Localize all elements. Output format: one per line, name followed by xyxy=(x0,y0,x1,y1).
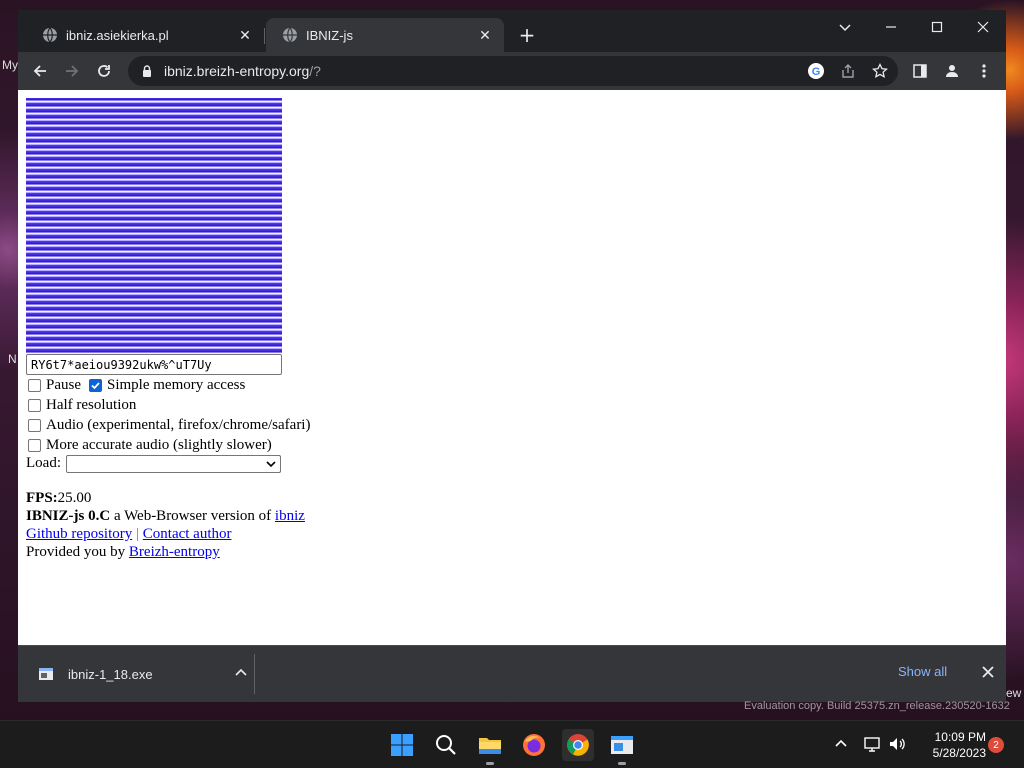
accurate-audio-checkbox[interactable] xyxy=(28,438,41,452)
minimize-button[interactable] xyxy=(868,12,914,42)
taskbar: 10:09 PM 5/28/2023 2 xyxy=(0,720,1024,768)
tab-search-chevron-icon[interactable] xyxy=(822,12,868,42)
credit-text: Provided you by xyxy=(26,544,129,560)
ibniz-app-icon[interactable] xyxy=(606,729,638,765)
desktop-label-fragment: My xyxy=(2,58,18,72)
globe-icon xyxy=(282,27,298,43)
url-path: /? xyxy=(309,63,321,79)
svg-text:G: G xyxy=(812,66,821,78)
chevron-up-icon[interactable] xyxy=(234,666,250,682)
ibniz-code-input[interactable] xyxy=(26,354,282,375)
download-separator xyxy=(254,654,255,694)
pause-label: Pause xyxy=(46,376,81,393)
contact-link[interactable]: Contact author xyxy=(143,526,232,542)
ibniz-link[interactable]: ibniz xyxy=(275,508,305,524)
show-all-button[interactable]: Show all xyxy=(898,664,947,679)
desktop-label-fragment: ew xyxy=(1006,686,1022,700)
half-resolution-label: Half resolution xyxy=(46,396,137,413)
lock-icon[interactable] xyxy=(140,64,154,78)
tab-close-icon[interactable]: ✕ xyxy=(236,26,254,44)
profile-icon[interactable] xyxy=(942,61,962,81)
fps-value: 25.00 xyxy=(57,490,92,506)
options-row-1: Pause Simple memory access xyxy=(28,375,245,395)
menu-kebab-icon[interactable] xyxy=(974,61,994,81)
audio-checkbox[interactable] xyxy=(28,418,41,432)
pause-checkbox[interactable] xyxy=(28,378,41,392)
credit-line: Provided you by Breizh-entropy xyxy=(26,544,220,561)
address-bar[interactable]: ibniz.breizh-entropy.org/? xyxy=(128,56,898,86)
start-button[interactable] xyxy=(386,729,418,761)
page-viewport: Pause Simple memory access Half resoluti… xyxy=(18,90,1006,645)
chevron-down-icon xyxy=(265,458,277,470)
close-window-button[interactable] xyxy=(960,12,1006,42)
file-icon xyxy=(38,666,54,682)
google-lens-icon[interactable]: G xyxy=(806,61,826,81)
github-link[interactable]: Github repository xyxy=(26,526,132,542)
close-download-shelf-icon[interactable] xyxy=(978,662,998,682)
options-row-3: Audio (experimental, firefox/chrome/safa… xyxy=(28,415,310,435)
tab-close-icon[interactable]: ✕ xyxy=(476,26,494,44)
load-select[interactable] xyxy=(66,455,281,473)
fps-line: FPS:25.00 xyxy=(26,490,91,507)
load-label: Load: xyxy=(26,455,61,471)
fps-label: FPS: xyxy=(26,490,58,506)
download-item[interactable]: ibniz-1_18.exe xyxy=(30,656,254,692)
options-row-2: Half resolution xyxy=(28,395,136,415)
about-text: a Web-Browser version of xyxy=(110,508,275,524)
tab-ibniz-asiekierka[interactable]: ibniz.asiekierka.pl ✕ xyxy=(26,18,264,52)
audio-label: Audio (experimental, firefox/chrome/safa… xyxy=(46,416,311,433)
simple-memory-label: Simple memory access xyxy=(107,376,246,393)
ibniz-canvas[interactable] xyxy=(26,98,282,354)
tab-title: IBNIZ-js xyxy=(306,27,353,43)
maximize-button[interactable] xyxy=(914,12,960,42)
network-icon[interactable] xyxy=(864,735,882,753)
tab-title: ibniz.asiekierka.pl xyxy=(66,27,169,43)
new-tab-button[interactable]: + xyxy=(516,23,538,47)
options-row-4: More accurate audio (slightly slower) xyxy=(28,435,272,455)
firefox-icon[interactable] xyxy=(518,729,550,761)
download-filename: ibniz-1_18.exe xyxy=(68,666,153,682)
url-host: ibniz.breizh-entropy.org xyxy=(164,63,310,79)
tab-strip: ibniz.asiekierka.pl ✕ IBNIZ-js ✕ + xyxy=(18,10,1006,52)
bookmark-star-icon[interactable] xyxy=(870,61,890,81)
accurate-audio-label: More accurate audio (slightly slower) xyxy=(46,436,272,453)
share-icon[interactable] xyxy=(838,61,858,81)
half-resolution-checkbox[interactable] xyxy=(28,398,41,412)
back-button[interactable] xyxy=(27,58,53,84)
breizh-entropy-link[interactable]: Breizh-entropy xyxy=(129,544,220,560)
app-name: IBNIZ-js 0.C xyxy=(26,508,111,524)
system-clock[interactable]: 10:09 PM 5/28/2023 xyxy=(916,729,986,761)
globe-icon xyxy=(42,27,58,43)
volume-icon[interactable] xyxy=(888,735,906,753)
clock-time: 10:09 PM xyxy=(934,730,986,744)
download-shelf: ibniz-1_18.exe Show all xyxy=(18,645,1006,702)
links-line: Github repository | Contact author xyxy=(26,526,232,543)
tab-ibniz-js[interactable]: IBNIZ-js ✕ xyxy=(266,18,504,52)
tray-overflow-chevron-icon[interactable] xyxy=(832,735,850,753)
side-panel-icon[interactable] xyxy=(910,61,930,81)
file-explorer-icon[interactable] xyxy=(474,729,506,765)
search-icon[interactable] xyxy=(430,729,462,761)
notification-badge[interactable]: 2 xyxy=(988,737,1004,753)
clock-date: 5/28/2023 xyxy=(932,746,986,760)
links-separator: | xyxy=(136,526,140,542)
simple-memory-checkbox[interactable] xyxy=(89,378,102,392)
forward-button[interactable] xyxy=(59,58,85,84)
browser-toolbar: ibniz.breizh-entropy.org/? G xyxy=(18,52,1006,90)
reload-button[interactable] xyxy=(91,58,117,84)
chrome-icon[interactable] xyxy=(562,729,594,761)
desktop-label-fragment: N xyxy=(8,352,17,366)
evaluation-watermark: Evaluation copy. Build 25375.zn_release.… xyxy=(744,700,1010,712)
about-line: IBNIZ-js 0.C a Web-Browser version of ib… xyxy=(26,508,305,525)
tab-separator xyxy=(264,28,265,44)
browser-window: ibniz.asiekierka.pl ✕ IBNIZ-js ✕ + ibniz… xyxy=(18,10,1006,702)
